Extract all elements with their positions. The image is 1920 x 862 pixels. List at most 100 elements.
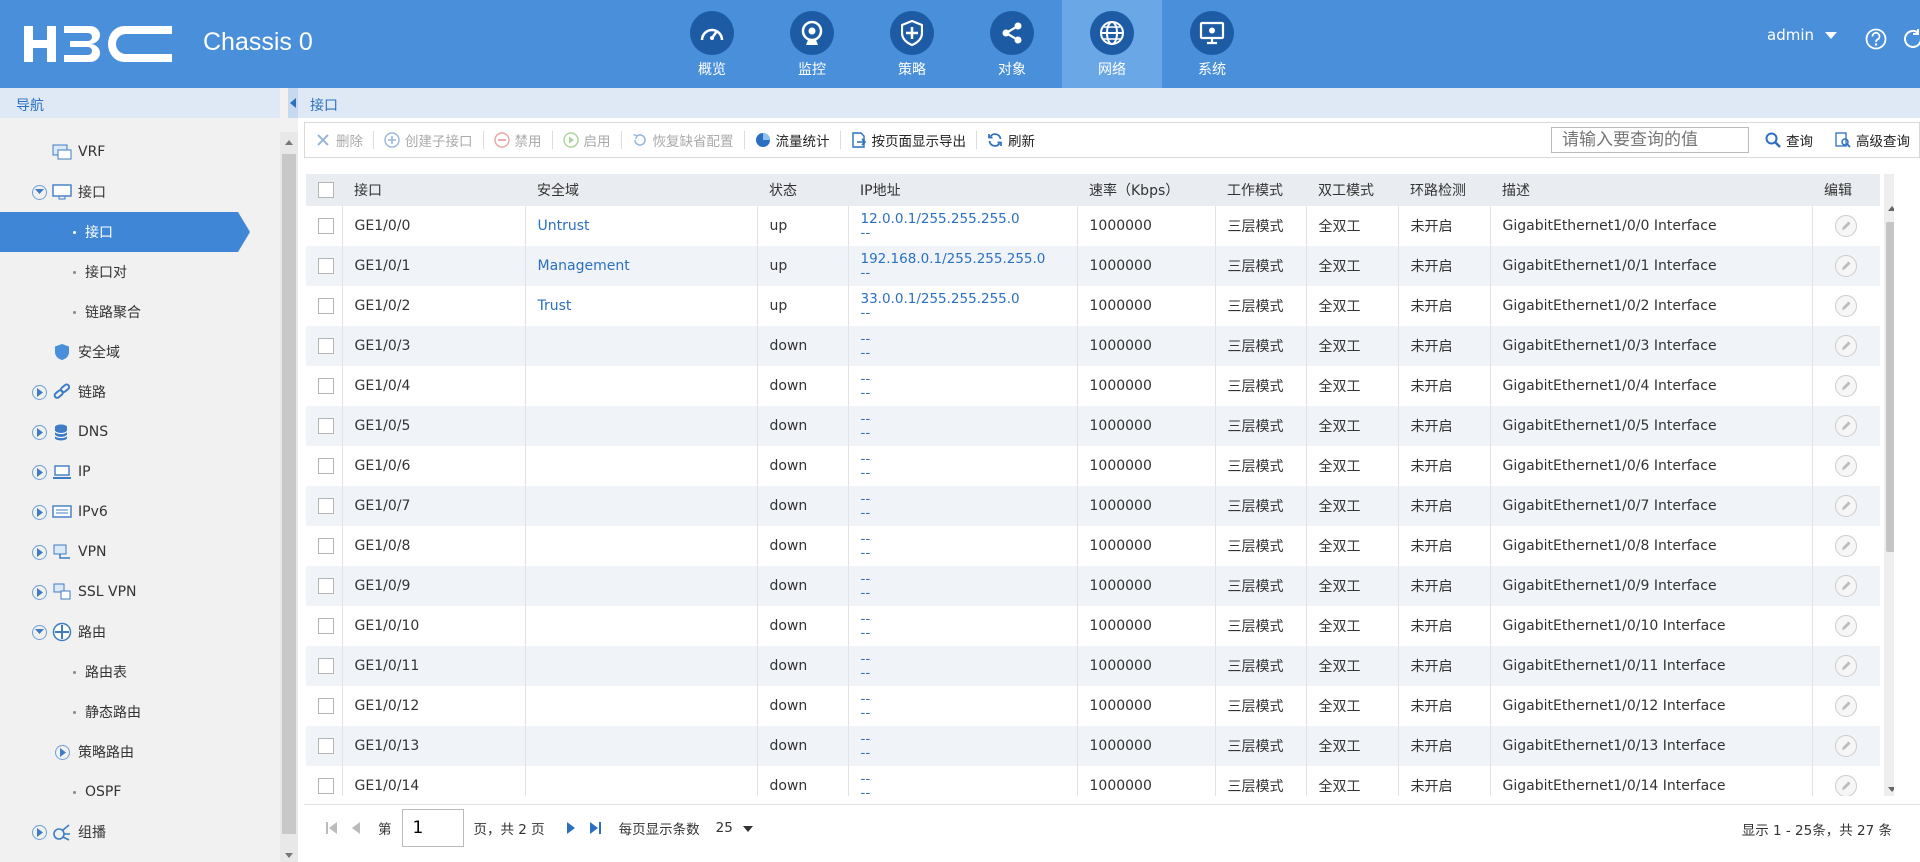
expand-icon[interactable] (32, 584, 47, 600)
sidebar-item-policy-routing[interactable]: 策略路由 (0, 732, 280, 772)
table-row[interactable]: GE1/0/8 down -- -- 1000000 三层模式 全双工 未开启 GigabitE… (306, 526, 1880, 566)
search-input[interactable] (1551, 127, 1749, 153)
row-checkbox[interactable] (318, 418, 334, 434)
row-checkbox[interactable] (318, 738, 334, 754)
sidebar-item-routing-table[interactable]: 路由表 (0, 652, 280, 692)
delete-button[interactable]: 删除 (305, 123, 373, 157)
scroll-up-icon[interactable] (1884, 202, 1894, 216)
sidebar-item-interface-group[interactable]: 接口 (0, 172, 280, 212)
sidebar-item-link[interactable]: 链路 (0, 372, 280, 412)
enable-button[interactable]: 启用 (553, 123, 621, 157)
table-row[interactable]: GE1/0/1 Management up 192.168.0.1/255.255.2… (306, 246, 1880, 286)
sidebar-item-interface-pair[interactable]: 接口对 (0, 252, 280, 292)
next-page-icon[interactable] (559, 816, 583, 840)
edit-button[interactable] (1834, 615, 1857, 637)
row-checkbox[interactable] (318, 458, 334, 474)
table-row[interactable]: GE1/0/3 down -- -- 1000000 三层模式 全双工 未开启 GigabitE… (306, 326, 1880, 366)
table-row[interactable]: GE1/0/10 down -- -- 1000000 三层模式 全双工 未开启 Gigabit… (306, 606, 1880, 646)
row-checkbox[interactable] (318, 778, 334, 794)
table-row[interactable]: GE1/0/11 down -- -- 1000000 三层模式 全双工 未开启 Gigabit… (306, 646, 1880, 686)
row-checkbox[interactable] (318, 618, 334, 634)
edit-button[interactable] (1834, 375, 1857, 397)
advanced-search-button[interactable]: 高级查询 (1825, 123, 1920, 157)
sidebar-item-ssl-vpn[interactable]: SSL VPN (0, 572, 280, 612)
topnav-overview[interactable]: 概览 (662, 0, 762, 88)
create-subinterface-button[interactable]: 创建子接口 (374, 123, 483, 157)
table-row[interactable]: GE1/0/13 down -- -- 1000000 三层模式 全双工 未开启 Gigabit… (306, 726, 1880, 766)
column-header[interactable]: 速率（Kbps） (1077, 174, 1215, 206)
select-all-checkbox[interactable] (318, 182, 334, 198)
scroll-down-icon[interactable] (1884, 782, 1894, 796)
expand-icon[interactable] (32, 824, 47, 840)
edit-button[interactable] (1834, 215, 1857, 237)
table-row[interactable]: GE1/0/14 down -- -- 1000000 三层模式 全双工 未开启 Gigabit… (306, 766, 1880, 796)
expand-icon[interactable] (32, 424, 47, 440)
expand-icon[interactable] (32, 384, 47, 400)
column-header[interactable]: 描述 (1490, 174, 1812, 206)
column-header[interactable]: 接口 (342, 174, 525, 206)
column-header[interactable]: 工作模式 (1215, 174, 1306, 206)
sidebar-item-static-routing[interactable]: 静态路由 (0, 692, 280, 732)
sidebar-item-ip[interactable]: IP (0, 452, 280, 492)
table-row[interactable]: GE1/0/0 Untrust up 12.0.0.1/255.255.255.0 --… (306, 206, 1880, 246)
expand-icon[interactable] (55, 744, 70, 760)
sidebar-item-multicast[interactable]: 组播 (0, 812, 280, 852)
sidebar-item-ospf[interactable]: OSPF (0, 772, 280, 812)
ip-address[interactable]: 192.168.0.1/255.255.255.0 (861, 252, 1077, 266)
search-button[interactable]: 查询 (1755, 123, 1823, 157)
collapse-sidebar-button[interactable] (288, 88, 298, 118)
column-header[interactable]: 安全域 (525, 174, 757, 206)
page-number-input[interactable] (401, 808, 464, 847)
table-row[interactable]: GE1/0/5 down -- -- 1000000 三层模式 全双工 未开启 GigabitE… (306, 406, 1880, 446)
first-page-icon[interactable] (320, 816, 344, 840)
sidebar-item-security-zone[interactable]: 安全域 (0, 332, 280, 372)
table-row[interactable]: GE1/0/7 down -- -- 1000000 三层模式 全双工 未开启 GigabitE… (306, 486, 1880, 526)
edit-button[interactable] (1834, 655, 1857, 677)
edit-button[interactable] (1834, 455, 1857, 477)
scroll-down-icon[interactable] (280, 848, 298, 862)
table-row[interactable]: GE1/0/9 down -- -- 1000000 三层模式 全双工 未开启 GigabitE… (306, 566, 1880, 606)
user-menu[interactable]: admin (1767, 26, 1837, 44)
scroll-up-icon[interactable] (280, 136, 298, 150)
ip-address[interactable]: 33.0.0.1/255.255.255.0 (861, 292, 1077, 306)
topnav-object[interactable]: 对象 (962, 0, 1062, 88)
table-row[interactable]: GE1/0/12 down -- -- 1000000 三层模式 全双工 未开启 Gigabit… (306, 686, 1880, 726)
edit-button[interactable] (1834, 695, 1857, 717)
row-checkbox[interactable] (318, 298, 334, 314)
column-header[interactable]: 双工模式 (1306, 174, 1398, 206)
edit-button[interactable] (1834, 575, 1857, 597)
topnav-system[interactable]: 系统 (1162, 0, 1262, 88)
table-row[interactable]: GE1/0/2 Trust up 33.0.0.1/255.255.255.0 -- 10… (306, 286, 1880, 326)
security-zone-link[interactable]: Untrust (538, 218, 590, 234)
collapse-icon[interactable] (32, 184, 47, 200)
column-header[interactable]: 环路检测 (1398, 174, 1490, 206)
help-icon[interactable] (1865, 28, 1887, 50)
row-checkbox[interactable] (318, 538, 334, 554)
table-row[interactable]: GE1/0/6 down -- -- 1000000 三层模式 全双工 未开启 GigabitE… (306, 446, 1880, 486)
table-row[interactable]: GE1/0/4 down -- -- 1000000 三层模式 全双工 未开启 GigabitE… (306, 366, 1880, 406)
row-checkbox[interactable] (318, 338, 334, 354)
row-checkbox[interactable] (318, 578, 334, 594)
expand-icon[interactable] (32, 464, 47, 480)
column-header[interactable]: IP地址 (848, 174, 1077, 206)
sidebar-scroll-thumb[interactable] (282, 154, 296, 834)
restore-default-button[interactable]: 恢复缺省配置 (622, 123, 744, 157)
edit-button[interactable] (1834, 335, 1857, 357)
last-page-icon[interactable] (583, 816, 607, 840)
edit-button[interactable] (1834, 535, 1857, 557)
expand-icon[interactable] (32, 504, 47, 520)
sidebar-item-dns[interactable]: DNS (0, 412, 280, 452)
sidebar-item-ipv6[interactable]: IPv6 (0, 492, 280, 532)
edit-button[interactable] (1834, 495, 1857, 517)
row-checkbox[interactable] (318, 658, 334, 674)
sidebar-item-link-aggregation[interactable]: 链路聚合 (0, 292, 280, 332)
sidebar-item-vpn[interactable]: VPN (0, 532, 280, 572)
refresh-button[interactable]: 刷新 (977, 123, 1045, 157)
security-zone-link[interactable]: Management (538, 258, 630, 274)
sidebar-scrollbar[interactable] (280, 132, 298, 862)
prev-page-icon[interactable] (344, 816, 368, 840)
row-checkbox[interactable] (318, 698, 334, 714)
row-checkbox[interactable] (318, 218, 334, 234)
disable-button[interactable]: 禁用 (484, 123, 552, 157)
row-checkbox[interactable] (318, 498, 334, 514)
